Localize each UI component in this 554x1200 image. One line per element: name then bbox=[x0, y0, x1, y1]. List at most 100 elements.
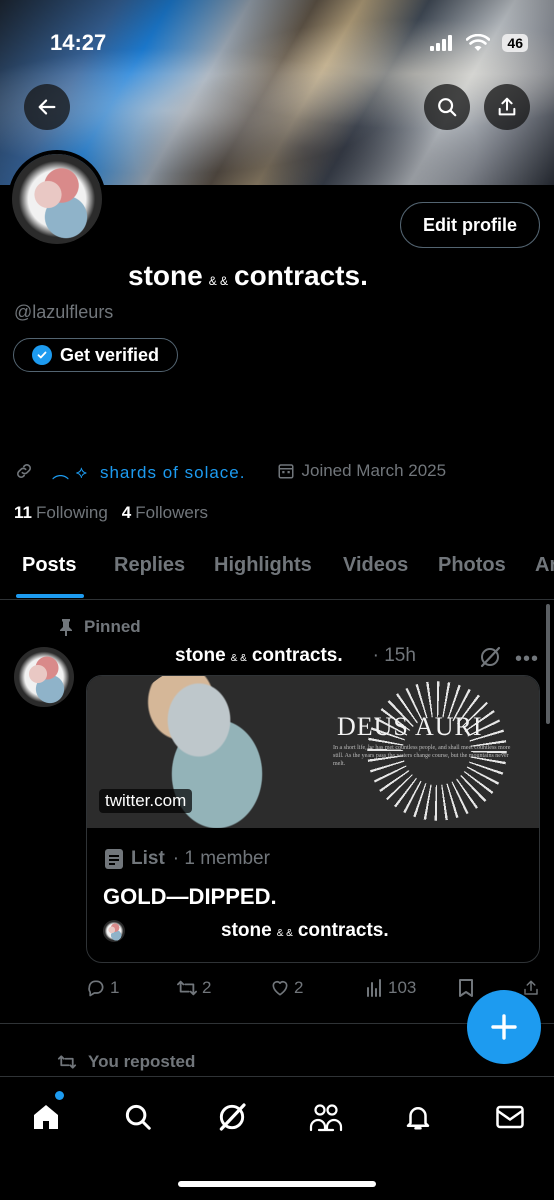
post-author-avatar[interactable] bbox=[14, 647, 74, 707]
author-amp: & & bbox=[230, 653, 247, 664]
card-image: DEUS AURI In a short life, he has met co… bbox=[87, 676, 539, 828]
active-tab-indicator bbox=[16, 594, 84, 598]
repost-icon bbox=[177, 980, 197, 996]
card-domain: twitter.com bbox=[99, 789, 193, 813]
search-button[interactable] bbox=[424, 84, 470, 130]
user-handle: @lazulfleurs bbox=[14, 302, 114, 322]
pin-icon bbox=[60, 619, 72, 636]
profile-avatar[interactable] bbox=[8, 150, 106, 248]
list-label: List bbox=[131, 848, 165, 869]
following-label: Following bbox=[35, 503, 108, 522]
search-icon bbox=[438, 98, 457, 117]
followers-link[interactable]: 4 Followers bbox=[122, 503, 208, 523]
display-name: stone & & contracts. bbox=[128, 260, 368, 292]
post-timestamp: · 15h bbox=[372, 645, 416, 666]
more-options-icon[interactable]: ••• bbox=[515, 648, 539, 671]
tab-replies[interactable]: Replies bbox=[114, 554, 185, 577]
follow-counts: 11 Following 4 Followers bbox=[14, 503, 208, 523]
post-actions: 1 2 2 103 bbox=[86, 978, 546, 1002]
card-image-title: DEUS AURI bbox=[337, 712, 483, 741]
post-author-name[interactable]: stone & & contracts. bbox=[175, 645, 343, 667]
repost-icon bbox=[57, 1055, 77, 1069]
list-icon bbox=[105, 849, 123, 869]
repost-button[interactable]: 2 bbox=[176, 978, 211, 998]
tab-highlights[interactable]: Highlights bbox=[214, 554, 312, 577]
profile-tabs: Posts Replies Highlights Videos Photos A… bbox=[0, 540, 554, 600]
reply-count: 1 bbox=[110, 978, 120, 997]
status-bar: 14:27 46 bbox=[0, 30, 554, 60]
nav-grok[interactable] bbox=[212, 1097, 252, 1137]
list-card[interactable]: DEUS AURI In a short life, he has met co… bbox=[86, 675, 540, 963]
author-part1: stone bbox=[175, 645, 226, 666]
communities-icon bbox=[309, 1104, 343, 1132]
edit-profile-button[interactable]: Edit profile bbox=[400, 202, 540, 248]
nav-messages[interactable] bbox=[490, 1097, 530, 1137]
view-count: 103 bbox=[388, 978, 417, 997]
tab-articles[interactable]: Ar bbox=[535, 554, 554, 577]
repost-count: 2 bbox=[202, 978, 212, 997]
joined-date: Joined March 2025 bbox=[277, 461, 446, 481]
reply-icon bbox=[88, 980, 104, 997]
verified-badge-icon bbox=[32, 345, 52, 365]
nav-communities[interactable] bbox=[306, 1097, 346, 1137]
nav-notifications[interactable] bbox=[398, 1097, 438, 1137]
joined-text: Joined March 2025 bbox=[301, 460, 447, 480]
profile-meta: ︵ ⟡ shards of solace. Joined March 2025 bbox=[14, 458, 446, 483]
grok-button[interactable] bbox=[478, 645, 502, 674]
plus-icon bbox=[491, 1014, 517, 1040]
home-indicator[interactable] bbox=[178, 1181, 376, 1187]
views-button[interactable]: 103 bbox=[366, 978, 416, 998]
scrollbar[interactable] bbox=[546, 604, 550, 724]
list-owner-name: stone & & contracts. bbox=[221, 920, 389, 942]
display-name-part1: stone bbox=[128, 260, 203, 291]
home-notification-dot bbox=[55, 1091, 64, 1100]
post-header: stone & & contracts. · 15h bbox=[175, 645, 416, 667]
list-owner-avatar bbox=[103, 920, 125, 942]
repost-label: You reposted bbox=[88, 1052, 196, 1071]
owner-amp: & & bbox=[276, 928, 293, 939]
arrow-left-icon bbox=[38, 99, 56, 115]
owner-part1: stone bbox=[221, 920, 272, 941]
website-link[interactable]: ︵ ⟡ shards of solace. bbox=[52, 458, 245, 483]
share-icon bbox=[524, 980, 538, 995]
bookmark-button[interactable] bbox=[458, 978, 474, 998]
views-chart-icon bbox=[367, 979, 381, 997]
post-share-button[interactable] bbox=[522, 978, 540, 998]
following-link[interactable]: 11 Following bbox=[14, 503, 108, 523]
get-verified-label: Get verified bbox=[60, 344, 160, 365]
grok-icon bbox=[219, 1103, 246, 1131]
back-button[interactable] bbox=[24, 84, 70, 130]
website-text: shards of solace. bbox=[99, 463, 246, 482]
author-part2: contracts. bbox=[251, 645, 343, 666]
status-time: 14:27 bbox=[50, 30, 107, 55]
bookmark-icon bbox=[459, 979, 473, 997]
tab-posts[interactable]: Posts bbox=[22, 554, 76, 577]
nav-search[interactable] bbox=[118, 1097, 158, 1137]
tab-photos[interactable]: Photos bbox=[438, 554, 506, 577]
bell-icon bbox=[406, 1107, 430, 1130]
card-image-caption: In a short life, he has met countless pe… bbox=[333, 745, 511, 767]
wifi-icon bbox=[466, 34, 491, 51]
list-title: GOLD—DIPPED. bbox=[103, 884, 277, 909]
list-owner: stone & & contracts. bbox=[103, 920, 389, 942]
avatar-image bbox=[12, 154, 102, 244]
reply-button[interactable]: 1 bbox=[86, 978, 119, 998]
list-meta: List · 1 member bbox=[105, 848, 270, 870]
followers-count: 4 bbox=[121, 503, 132, 522]
website-prefix: ︵ ⟡ bbox=[52, 463, 88, 482]
pinned-indicator: Pinned bbox=[58, 617, 141, 637]
search-icon bbox=[125, 1104, 151, 1130]
tab-videos[interactable]: Videos bbox=[343, 554, 408, 577]
nav-home[interactable] bbox=[26, 1097, 66, 1137]
compose-button[interactable] bbox=[467, 990, 541, 1064]
get-verified-button[interactable]: Get verified bbox=[13, 338, 179, 372]
like-button[interactable]: 2 bbox=[270, 978, 303, 998]
card-body: List · 1 member GOLD—DIPPED. stone & & con… bbox=[87, 828, 539, 962]
following-count: 11 bbox=[14, 503, 32, 522]
grok-icon bbox=[480, 646, 501, 668]
link-icon bbox=[17, 463, 31, 478]
battery-indicator: 46 bbox=[502, 34, 528, 52]
home-icon bbox=[34, 1105, 58, 1129]
like-count: 2 bbox=[294, 978, 304, 997]
share-button[interactable] bbox=[484, 84, 530, 130]
